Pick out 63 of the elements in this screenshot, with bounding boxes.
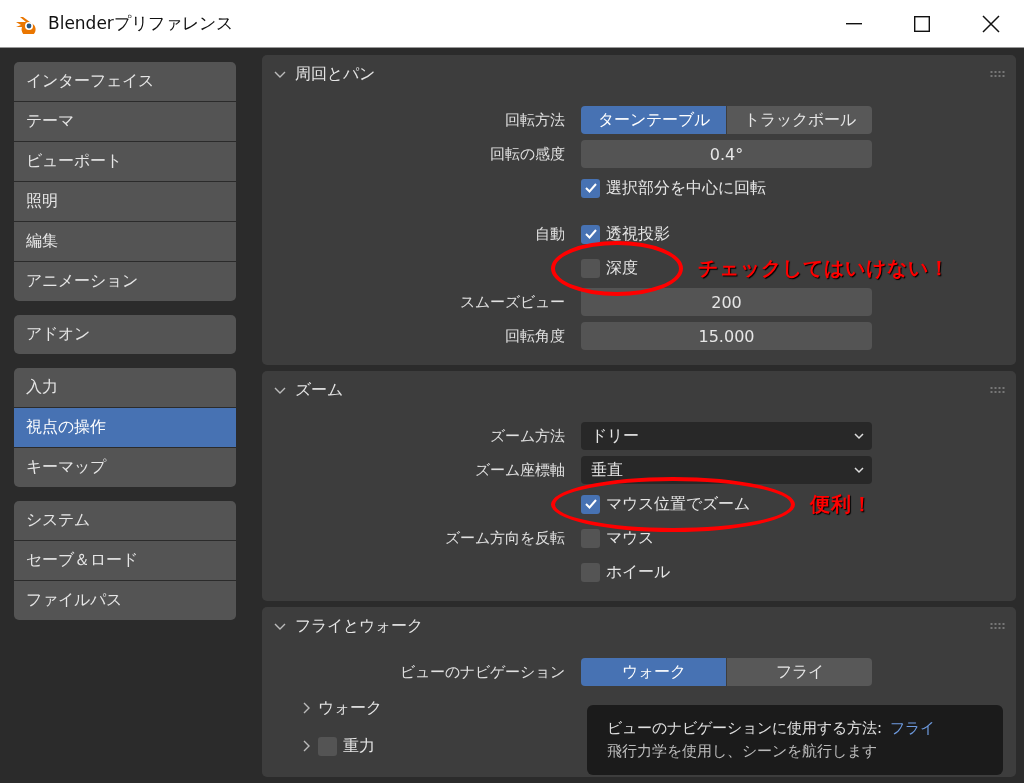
sidebar-item[interactable]: キーマップ — [14, 448, 236, 487]
sidebar-item[interactable]: アニメーション — [14, 262, 236, 301]
sidebar-item[interactable]: 照明 — [14, 182, 236, 221]
tooltip-value: フライ — [890, 718, 936, 739]
sidebar-item[interactable]: テーマ — [14, 102, 236, 141]
sidebar-item[interactable]: 視点の操作 — [14, 408, 236, 447]
field-label: 自動 — [535, 224, 565, 243]
drag-handle-icon[interactable] — [990, 71, 1006, 77]
number-field[interactable]: 0.4° — [581, 140, 872, 168]
sidebar-item[interactable]: アドオン — [14, 315, 236, 354]
checkbox-label[interactable]: 選択部分を中心に回転 — [606, 177, 766, 199]
dropdown[interactable]: ドリー — [581, 422, 872, 450]
sidebar-item[interactable]: システム — [14, 501, 236, 540]
field-label: ビューのナビゲーション — [400, 662, 565, 681]
window-title: Blenderプリファレンス — [48, 12, 233, 35]
chevron-down-icon — [854, 432, 864, 440]
checkmark-icon — [583, 498, 598, 510]
close-icon[interactable] — [982, 14, 1000, 33]
annotation-note: チェックしてはいけない！ — [698, 254, 950, 282]
field-label: 回転の感度 — [490, 144, 565, 163]
panel-title[interactable]: フライとウォーク — [295, 615, 423, 637]
dropdown[interactable]: 垂直 — [581, 456, 872, 484]
checkbox-label[interactable]: マウス位置でズーム — [606, 493, 750, 515]
sidebar-item[interactable]: ファイルパス — [14, 581, 236, 620]
annotation-note: 便利！ — [810, 490, 873, 518]
sidebar-item[interactable]: インターフェイス — [14, 62, 236, 101]
tooltip-title: ビューのナビゲーションに使用する方法: — [607, 718, 883, 739]
checkbox[interactable] — [581, 224, 600, 244]
checkbox[interactable] — [581, 528, 600, 548]
panel-title[interactable]: ズーム — [295, 379, 343, 401]
checkmark-icon — [583, 228, 598, 240]
field-label: ズーム座標軸 — [475, 460, 565, 479]
sidebar-item[interactable]: ビューポート — [14, 142, 236, 181]
field-label: 回転方法 — [505, 110, 565, 129]
tooltip-description: 飛行力学を使用し、シーンを航行します — [607, 741, 878, 762]
checkbox[interactable] — [581, 178, 600, 198]
toggle-option[interactable]: ウォーク — [581, 658, 726, 686]
chevron-down-icon — [854, 466, 864, 474]
drag-handle-icon[interactable] — [990, 387, 1006, 393]
toggle-option[interactable]: トラックボール — [727, 106, 872, 134]
field-label: ズーム方向を反転 — [445, 528, 565, 547]
minimize-icon[interactable] — [846, 22, 862, 25]
field-label: ズーム方法 — [490, 426, 565, 445]
checkmark-icon — [583, 182, 598, 194]
subpanel-title[interactable]: 重力 — [343, 735, 375, 757]
subpanel-title[interactable]: ウォーク — [318, 697, 382, 719]
checkbox-label[interactable]: ホイール — [606, 561, 670, 583]
sidebar-item[interactable]: セーブ＆ロード — [14, 541, 236, 580]
field-label: スムーズビュー — [460, 292, 565, 311]
drag-handle-icon[interactable] — [990, 623, 1006, 629]
toggle-option[interactable]: ターンテーブル — [581, 106, 726, 134]
sidebar-item[interactable]: 編集 — [14, 222, 236, 261]
field-label: 回転角度 — [505, 326, 565, 345]
panel-title[interactable]: 周回とパン — [295, 63, 375, 85]
checkbox[interactable] — [581, 494, 600, 514]
number-field[interactable]: 15.000 — [581, 322, 872, 350]
sidebar-item[interactable]: 入力 — [14, 368, 236, 407]
checkbox-label[interactable]: 深度 — [606, 257, 638, 279]
number-field[interactable]: 200 — [581, 288, 872, 316]
checkbox-label[interactable]: マウス — [606, 527, 654, 549]
checkbox-label[interactable]: 透視投影 — [606, 223, 670, 245]
maximize-icon[interactable] — [914, 15, 930, 32]
toggle-option[interactable]: フライ — [727, 658, 872, 686]
